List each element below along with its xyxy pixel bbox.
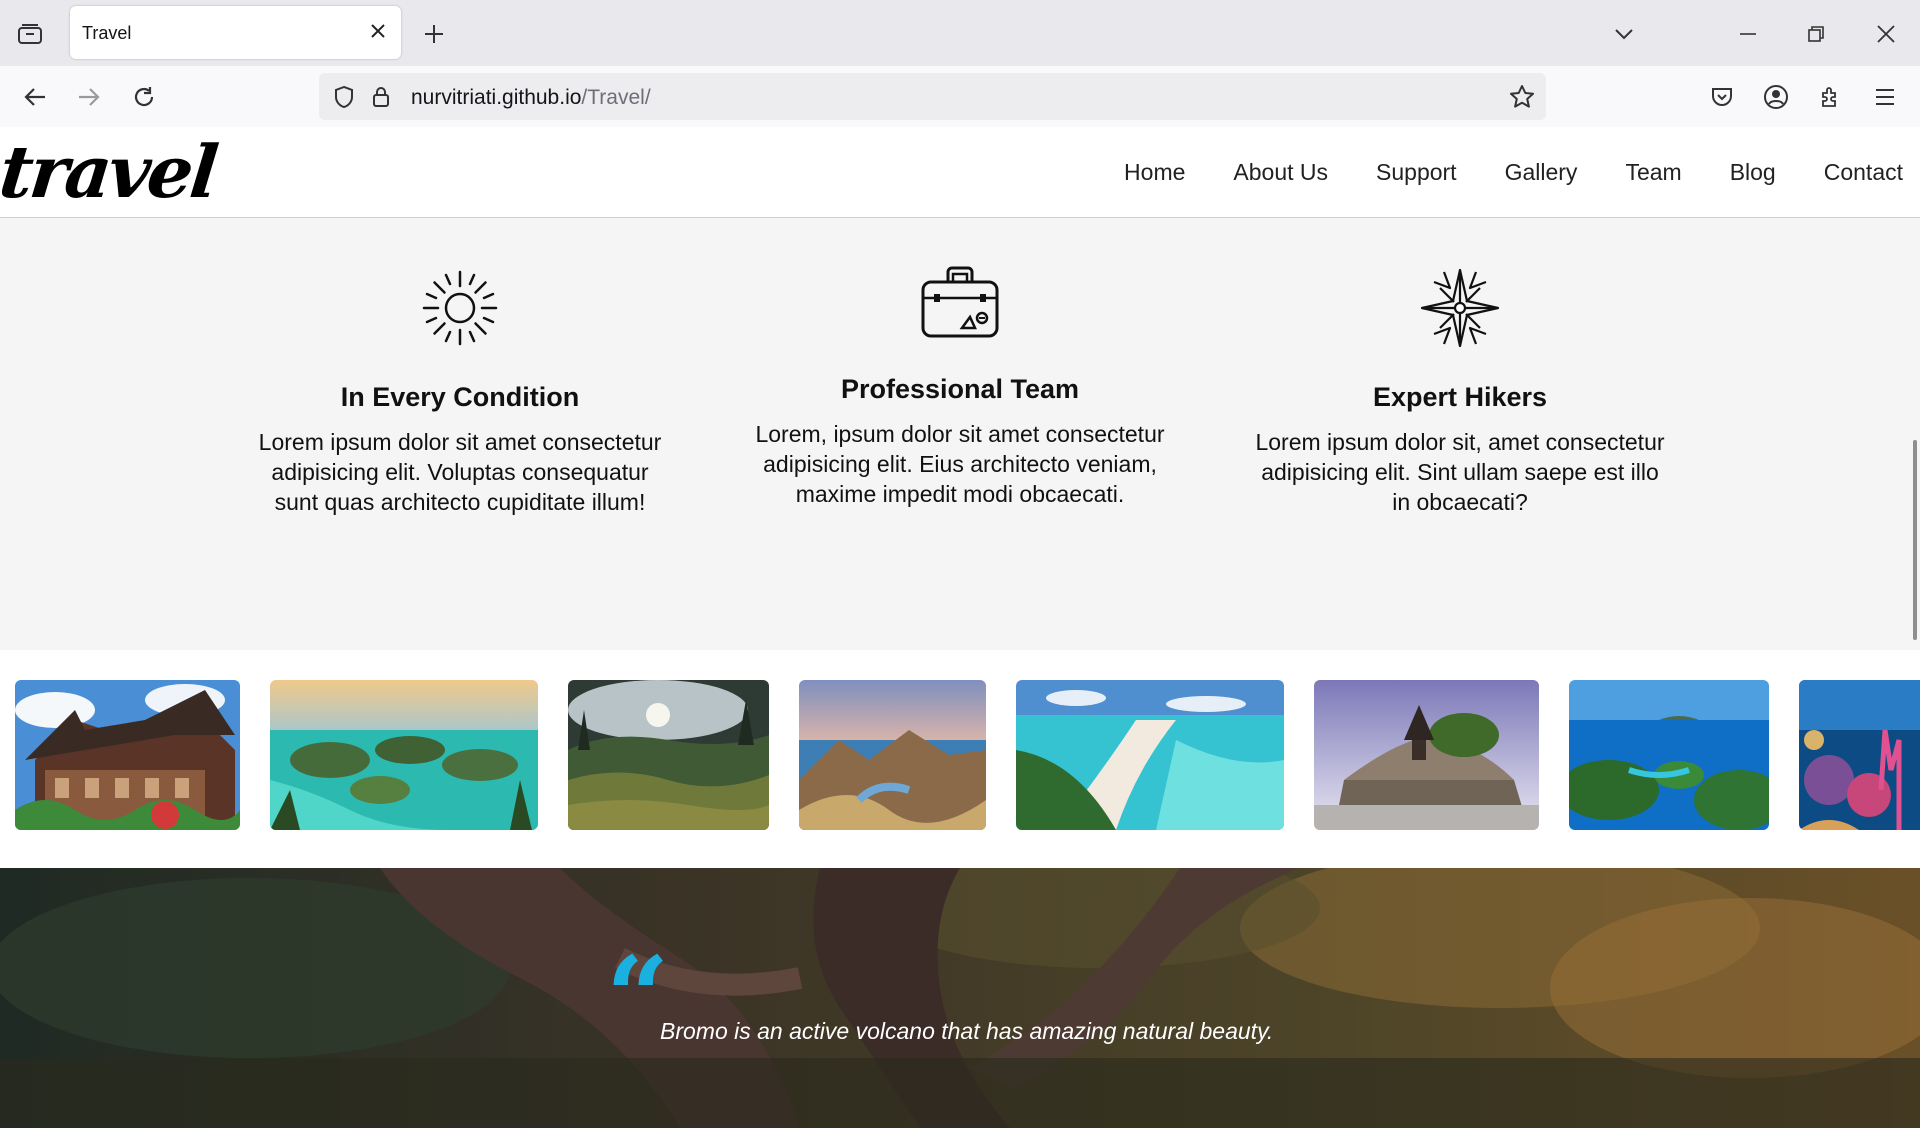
quote-text: Bromo is an active volcano that has amaz…: [660, 1018, 1274, 1044]
gallery-strip: [0, 650, 1920, 868]
url-text: nurvitriati.github.io/Travel/: [411, 86, 651, 110]
address-bar[interactable]: nurvitriati.github.io/Travel/: [319, 73, 1546, 120]
compass-rose-icon: [1420, 268, 1500, 348]
feature-text: Lorem, ipsum dolor sit amet consectetur …: [755, 421, 1165, 507]
gallery-photo-blue-islands[interactable]: [1569, 680, 1769, 830]
gallery-photo-rice-terraces[interactable]: [568, 680, 769, 830]
browser-tab-bar: Travel: [0, 0, 1920, 66]
site-logo[interactable]: travel: [0, 127, 220, 217]
testimonial-section: “ Bromo is an active volcano that has am…: [0, 868, 1920, 1128]
feature-card-team: Professional Team Lorem, ipsum dolor sit…: [750, 266, 1170, 509]
feature-title: Expert Hikers: [1372, 382, 1548, 412]
menu-hamburger-icon[interactable]: [1870, 82, 1900, 112]
feature-text: Lorem ipsum dolor sit, amet consectetur …: [1255, 429, 1665, 515]
feature-title: In Every Condition: [340, 382, 580, 412]
site-header: travel Home About Us Support Gallery Tea…: [0, 127, 1920, 218]
tab-overflow-chevron-down-icon[interactable]: [1610, 20, 1638, 48]
tab-list-icon[interactable]: [16, 20, 44, 48]
extensions-icon[interactable]: [1816, 82, 1846, 112]
forest-background-image: [0, 868, 1920, 1128]
nav-support[interactable]: Support: [1376, 159, 1457, 186]
tab-title: Travel: [82, 23, 132, 43]
close-tab-icon[interactable]: [369, 22, 387, 40]
minimize-icon[interactable]: [1734, 20, 1762, 48]
feature-text: Lorem ipsum dolor sit amet consectetur a…: [258, 429, 662, 515]
browser-toolbar: nurvitriati.github.io/Travel/: [0, 66, 1920, 128]
nav-gallery[interactable]: Gallery: [1505, 159, 1578, 186]
gallery-photo-padar-hills[interactable]: [799, 680, 986, 830]
bookmark-star-icon[interactable]: [1508, 83, 1536, 111]
forward-icon[interactable]: [74, 82, 104, 112]
lock-icon[interactable]: [369, 84, 393, 110]
restore-icon[interactable]: [1802, 20, 1830, 48]
back-icon[interactable]: [20, 82, 50, 112]
page-scrollbar[interactable]: [1913, 440, 1917, 640]
nav-blog[interactable]: Blog: [1730, 159, 1776, 186]
main-nav: Home About Us Support Gallery Team Blog …: [1076, 127, 1903, 217]
new-tab-icon[interactable]: [420, 20, 448, 48]
gallery-photo-sea-temple[interactable]: [1314, 680, 1539, 830]
nav-team[interactable]: Team: [1625, 159, 1681, 186]
pocket-icon[interactable]: [1707, 82, 1737, 112]
gallery-photo-island-lagoon[interactable]: [270, 680, 538, 830]
url-path: /Travel/: [581, 86, 651, 109]
gallery-photo-traditional-house[interactable]: [15, 680, 240, 830]
browser-tab[interactable]: Travel: [70, 6, 401, 59]
feature-card-condition: In Every Condition Lorem ipsum dolor sit…: [250, 268, 670, 517]
nav-about-us[interactable]: About Us: [1233, 159, 1328, 186]
feature-card-hikers: Expert Hikers Lorem ipsum dolor sit, ame…: [1250, 268, 1670, 517]
features-section: In Every Condition Lorem ipsum dolor sit…: [0, 218, 1920, 650]
sun-icon: [420, 268, 500, 348]
feature-title: Professional Team: [840, 374, 1080, 404]
suitcase-icon: [920, 266, 1000, 340]
account-icon[interactable]: [1761, 82, 1791, 112]
reload-icon[interactable]: [129, 82, 159, 112]
gallery-photo-coral-reef[interactable]: [1799, 680, 1920, 830]
gallery-photo-white-beach[interactable]: [1016, 680, 1284, 830]
close-window-icon[interactable]: [1872, 20, 1900, 48]
tracking-shield-icon[interactable]: [331, 84, 357, 110]
url-host: nurvitriati.github.io: [411, 86, 582, 109]
nav-contact[interactable]: Contact: [1824, 159, 1903, 186]
nav-home[interactable]: Home: [1124, 159, 1185, 186]
